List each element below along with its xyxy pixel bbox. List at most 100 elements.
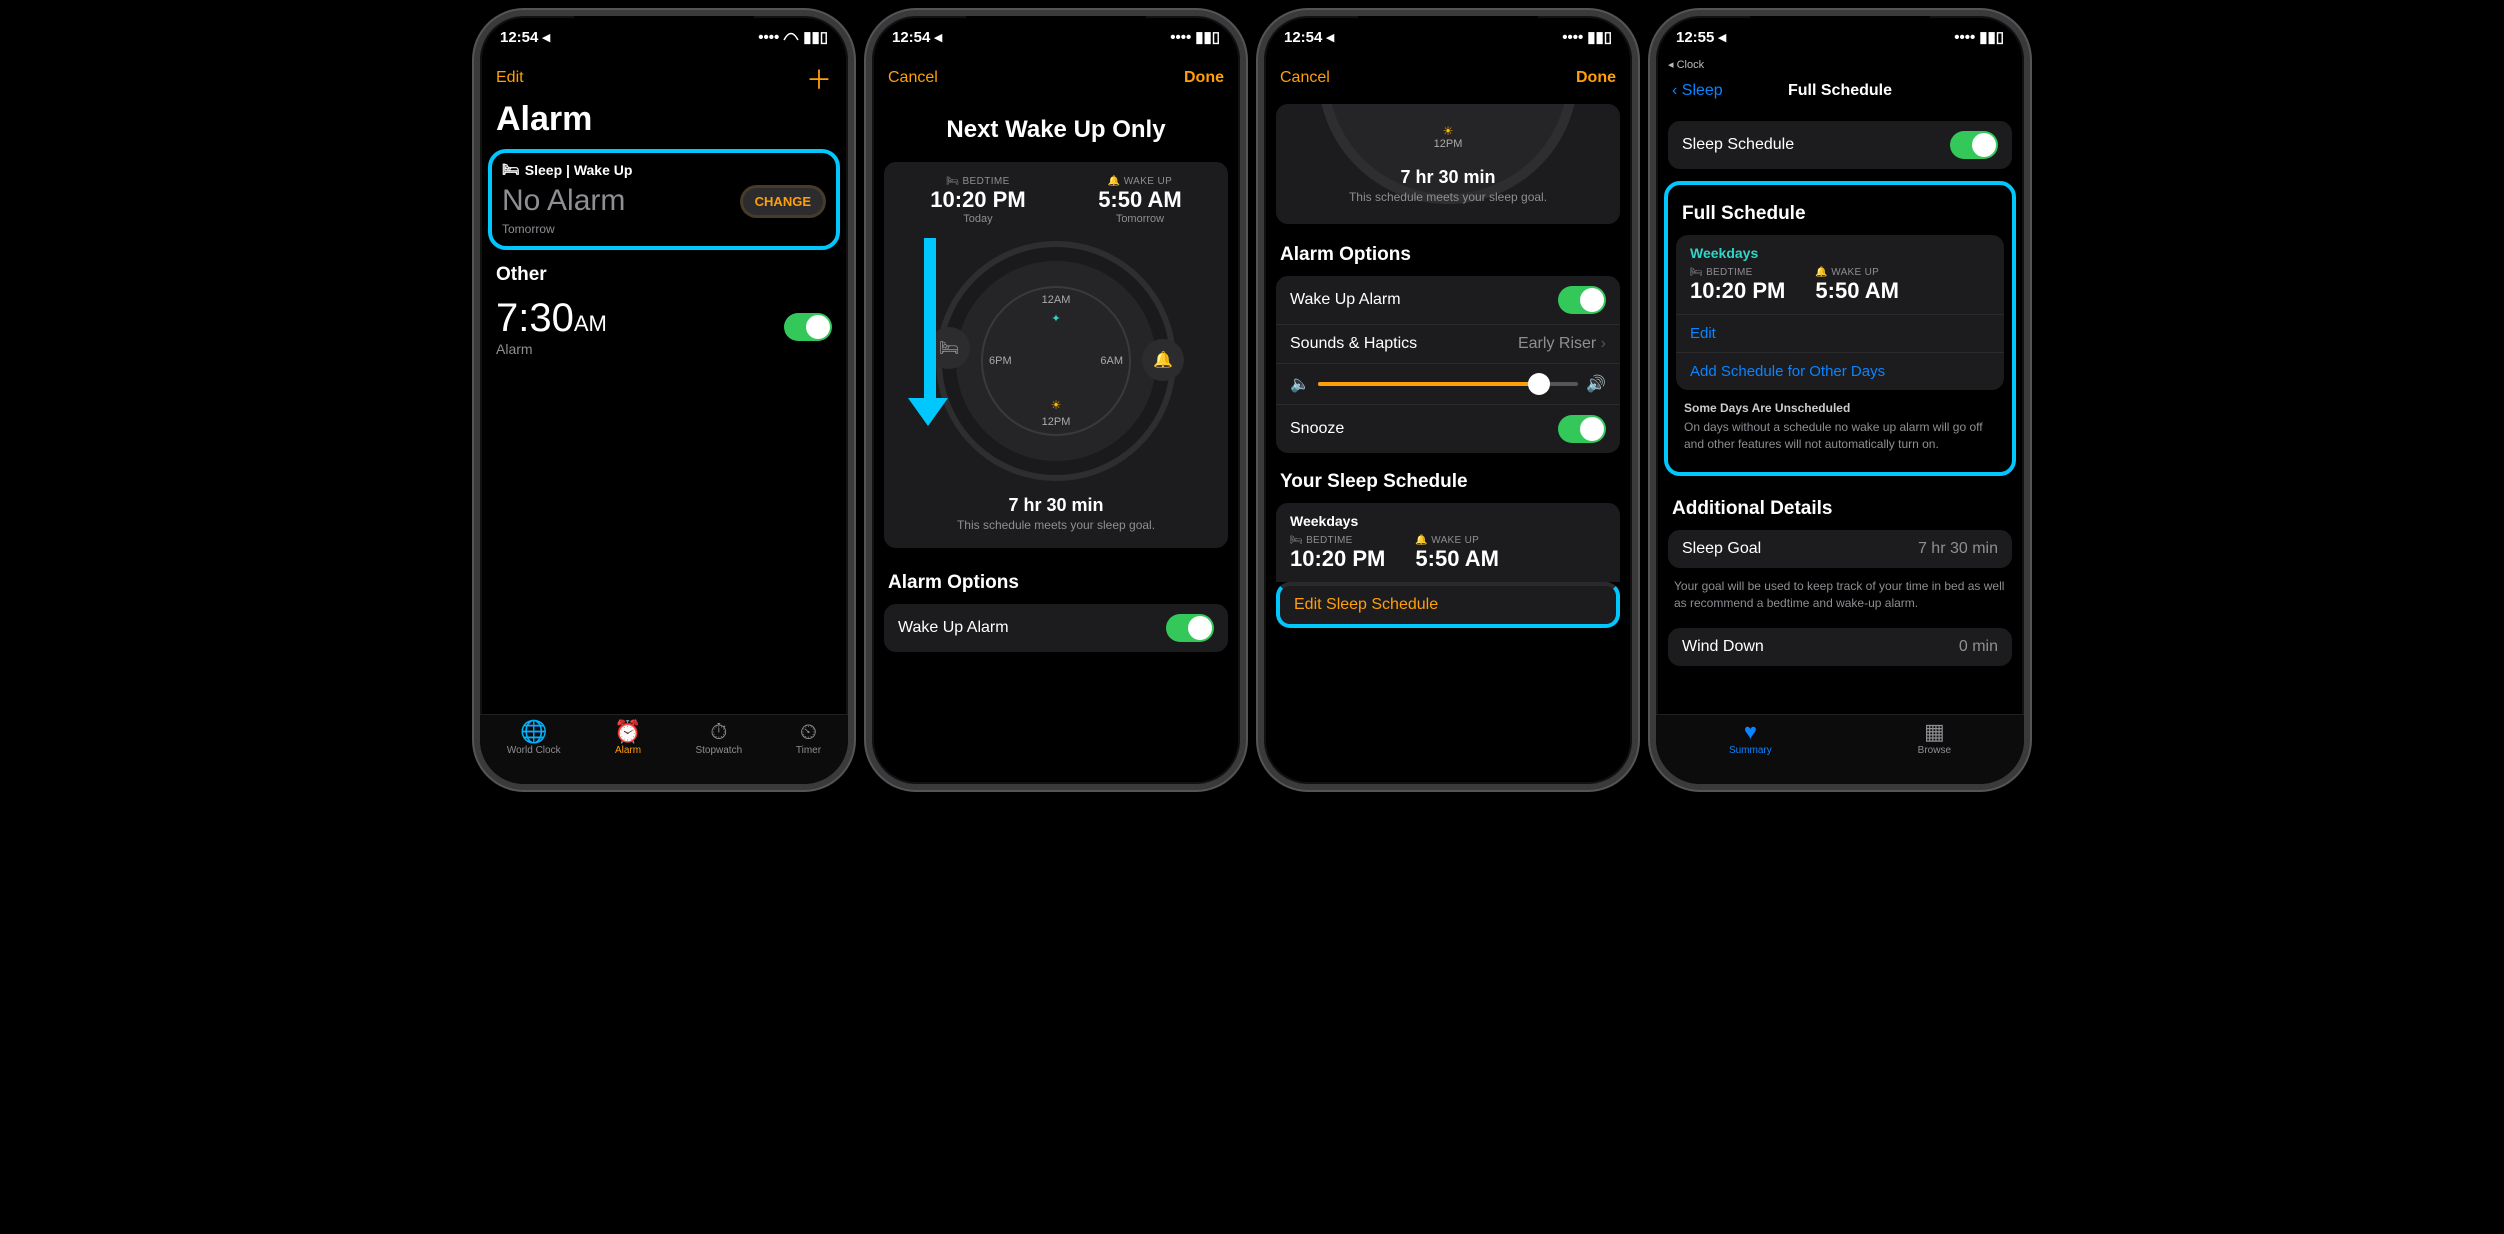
no-alarm-text: No Alarm <box>502 184 625 218</box>
sounds-label: Sounds & Haptics <box>1290 335 1417 353</box>
alarm-toggle[interactable] <box>784 313 832 341</box>
status-icons: ••••▮▮▯ <box>1954 28 2004 46</box>
back-button[interactable]: ‹ Sleep <box>1672 82 1723 100</box>
status-time: 12:54 ◂ <box>1284 28 1334 46</box>
sparkle-icon: ✦ <box>1051 312 1060 325</box>
phone-alarm-list: 12:54 ◂ ••••▮▮▯ Edit ＋ Alarm 🛏 Sleep | W… <box>474 10 854 790</box>
tab-stopwatch[interactable]: ⏱Stopwatch <box>695 721 742 756</box>
sounds-haptics-row[interactable]: Sounds & Haptics Early Riser › <box>1276 324 1620 363</box>
add-alarm-button[interactable]: ＋ <box>806 60 832 97</box>
dial-12pm: 12PM <box>1434 138 1463 150</box>
wakeup-label: 🔔 WAKE UP <box>1098 176 1182 187</box>
back-to-clock[interactable]: ◂ Clock <box>1656 58 2024 71</box>
sleep-wakeup-label: Sleep | Wake Up <box>525 162 633 178</box>
weekdays-schedule-row: Weekdays 🛏 BEDTIME 10:20 PM 🔔 WAKE UP 5:… <box>1276 503 1620 582</box>
sleep-goal-row[interactable]: Sleep Goal 7 hr 30 min <box>1668 530 2012 568</box>
done-button[interactable]: Done <box>1576 69 1616 87</box>
volume-slider[interactable] <box>1318 382 1578 386</box>
tab-alarm[interactable]: ⏰Alarm <box>614 721 641 756</box>
other-header: Other <box>480 250 848 292</box>
sleep-goal-label: Sleep Goal <box>1682 540 1761 558</box>
wakeup-sub: Tomorrow <box>1098 213 1182 225</box>
volume-slider-row: 🔈 🔊 <box>1276 363 1620 404</box>
status-icons: ••••▮▮▯ <box>1562 28 1612 46</box>
sleep-schedule-label: Sleep Schedule <box>1682 136 1794 154</box>
alarm-options-header: Alarm Options <box>872 558 1240 600</box>
wind-down-label: Wind Down <box>1682 638 1764 656</box>
sun-icon: ☀ <box>1051 398 1062 412</box>
wakeup-value: 5:50 AM <box>1098 187 1182 213</box>
tab-world-clock[interactable]: 🌐World Clock <box>507 721 561 756</box>
meets-goal-text: This schedule meets your sleep goal. <box>1276 190 1620 204</box>
unscheduled-title: Some Days Are Unscheduled <box>1684 400 1990 417</box>
weekdays-label: Weekdays <box>1290 513 1358 529</box>
alarm-options-header: Alarm Options <box>1264 230 1632 272</box>
wake-up-alarm-row: Wake Up Alarm <box>884 604 1228 652</box>
done-button[interactable]: Done <box>1184 69 1224 87</box>
wakeup-label: 🔔 WAKE UP <box>1815 267 1899 278</box>
bedtime-value: 10:20 PM <box>930 187 1025 213</box>
edit-sleep-schedule-label: Edit Sleep Schedule <box>1294 596 1438 614</box>
bedtime-value: 10:20 PM <box>1690 278 1785 304</box>
alarm-ampm: AM <box>574 311 607 336</box>
wake-up-alarm-row: Wake Up Alarm <box>1276 276 1620 324</box>
snooze-label: Snooze <box>1290 420 1344 438</box>
wake-up-alarm-label: Wake Up Alarm <box>898 619 1009 637</box>
meets-goal-text: This schedule meets your sleep goal. <box>957 518 1155 532</box>
sounds-value: Early Riser <box>1518 335 1596 352</box>
tutorial-arrow <box>922 238 938 428</box>
sleep-schedule-row: Sleep Schedule <box>1668 121 2012 169</box>
wind-down-row[interactable]: Wind Down 0 min <box>1668 628 2012 666</box>
chevron-right-icon: › <box>1601 335 1606 352</box>
bed-icon: 🛏 <box>502 161 520 178</box>
sleep-dial[interactable]: 12AM ✦ 6AM 12PM ☀ 6PM 🛏 🔔 <box>936 241 1176 481</box>
sleep-schedule-toggle[interactable] <box>1950 131 1998 159</box>
cancel-button[interactable]: Cancel <box>888 69 938 87</box>
tomorrow-label: Tomorrow <box>502 222 826 236</box>
tab-summary[interactable]: ♥Summary <box>1729 721 1772 756</box>
wakeup-value: 5:50 AM <box>1815 278 1899 304</box>
edit-sleep-schedule-button[interactable]: Edit Sleep Schedule <box>1276 582 1620 628</box>
duration-text: 7 hr 30 min <box>1276 167 1620 188</box>
wakeup-knob[interactable]: 🔔 <box>1142 339 1184 381</box>
tab-browse[interactable]: ▦Browse <box>1918 721 1951 756</box>
change-button[interactable]: CHANGE <box>740 185 826 218</box>
cancel-button[interactable]: Cancel <box>1280 69 1330 87</box>
your-schedule-header: Your Sleep Schedule <box>1264 457 1632 499</box>
additional-details-header: Additional Details <box>1656 484 2024 526</box>
tab-bar: ♥Summary ▦Browse <box>1656 714 2024 784</box>
dial-6pm: 6PM <box>989 355 1012 367</box>
unscheduled-body: On days without a schedule no wake up al… <box>1684 419 1990 453</box>
status-time: 12:55 ◂ <box>1676 28 1726 46</box>
add-schedule-button[interactable]: Add Schedule for Other Days <box>1676 352 2004 390</box>
dial-12pm: 12PM <box>1042 416 1071 428</box>
phone-full-schedule: 12:55 ◂ ••••▮▮▯ ◂ Clock ‹ Sleep Full Sch… <box>1650 10 2030 790</box>
alarm-label: Alarm <box>496 341 607 357</box>
dial-12am: 12AM <box>1042 294 1071 306</box>
sleep-wakeup-card[interactable]: 🛏 Sleep | Wake Up No Alarm CHANGE Tomorr… <box>488 149 840 250</box>
weekdays-card: Weekdays 🛏 BEDTIME 10:20 PM 🔔 WAKE UP 5:… <box>1676 235 2004 314</box>
goal-footnote: Your goal will be used to keep track of … <box>1656 572 2024 624</box>
phone-next-wakeup: 12:54 ◂ ••••▮▮▯ Cancel Done Next Wake Up… <box>866 10 1246 790</box>
dial-6am: 6AM <box>1100 355 1123 367</box>
edit-schedule-button[interactable]: Edit <box>1676 314 2004 352</box>
wake-up-alarm-toggle[interactable] <box>1558 286 1606 314</box>
nav-title: Full Schedule <box>1788 82 1892 100</box>
snooze-toggle[interactable] <box>1558 415 1606 443</box>
volume-low-icon: 🔈 <box>1290 374 1310 394</box>
full-schedule-section: Full Schedule Weekdays 🛏 BEDTIME 10:20 P… <box>1664 181 2016 476</box>
volume-high-icon: 🔊 <box>1586 374 1606 394</box>
duration-text: 7 hr 30 min <box>1008 495 1103 516</box>
weekdays-label: Weekdays <box>1690 245 1758 261</box>
tab-bar: 🌐World Clock ⏰Alarm ⏱Stopwatch ⏲Timer <box>480 714 848 784</box>
status-time: 12:54 ◂ <box>892 28 942 46</box>
notch <box>1750 16 1930 44</box>
alarm-time: 7:30 <box>496 296 574 340</box>
tab-timer[interactable]: ⏲Timer <box>796 721 821 756</box>
wakeup-value: 5:50 AM <box>1415 546 1499 572</box>
wake-up-alarm-toggle[interactable] <box>1166 614 1214 642</box>
edit-button[interactable]: Edit <box>496 69 524 87</box>
wakeup-label: 🔔 WAKE UP <box>1415 535 1499 546</box>
sun-icon: ☀ <box>1443 124 1454 138</box>
full-schedule-header: Full Schedule <box>1672 189 2008 231</box>
